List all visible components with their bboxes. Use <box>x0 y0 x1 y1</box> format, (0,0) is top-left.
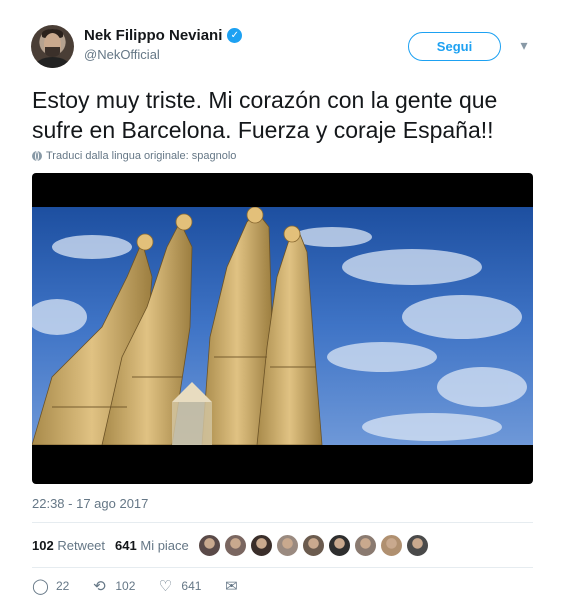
liker-avatar[interactable] <box>250 534 273 557</box>
liker-avatar[interactable] <box>224 534 247 557</box>
like-stat-label[interactable]: Mi piace <box>140 538 188 553</box>
like-stat-count[interactable]: 641 <box>115 538 137 553</box>
tweet-actions: ◯ 22 ⟲ 102 ♡ 641 ✉ <box>32 577 261 595</box>
author-name[interactable]: Nek Filippo Neviani ✓ <box>84 27 243 44</box>
author-name-text[interactable]: Nek Filippo Neviani <box>84 27 222 44</box>
translate-label[interactable]: Traduci dalla lingua originale: spagnolo <box>46 150 236 162</box>
liker-avatar[interactable] <box>328 534 351 557</box>
reply-icon[interactable]: ◯ <box>32 577 49 595</box>
heart-icon[interactable]: ♡ <box>157 577 173 595</box>
tweet-stats: 102 Retweet 641 Mi piace <box>32 538 189 553</box>
reply-action[interactable]: ◯ 22 <box>32 577 69 595</box>
retweet-stat-count[interactable]: 102 <box>32 538 54 553</box>
like-action[interactable]: ♡ 641 <box>157 577 202 595</box>
translate-link[interactable]: Traduci dalla lingua originale: spagnolo <box>32 150 236 162</box>
liker-avatar[interactable] <box>198 534 221 557</box>
liker-avatar[interactable] <box>302 534 325 557</box>
tweet-video[interactable] <box>32 173 533 484</box>
retweet-count: 102 <box>115 579 136 593</box>
globe-icon <box>32 151 42 161</box>
author-avatar[interactable] <box>31 25 74 68</box>
message-action[interactable]: ✉ <box>223 577 239 595</box>
divider <box>32 522 533 523</box>
liker-avatar[interactable] <box>380 534 403 557</box>
retweet-stat-label[interactable]: Retweet <box>57 538 105 553</box>
tweet-text: Estoy muy triste. Mi corazón con la gent… <box>32 87 498 143</box>
divider <box>32 567 533 568</box>
chevron-down-icon[interactable]: ▾ <box>515 36 533 54</box>
sagrada-familia-image <box>32 207 533 445</box>
author-handle[interactable]: @NekOfficial <box>84 47 160 62</box>
like-count: 641 <box>181 579 202 593</box>
tweet-timestamp[interactable]: 22:38 - 17 ago 2017 <box>32 496 148 511</box>
retweet-icon[interactable]: ⟲ <box>91 577 107 595</box>
envelope-icon[interactable]: ✉ <box>223 577 239 595</box>
liker-avatar[interactable] <box>406 534 429 557</box>
liker-avatar[interactable] <box>276 534 299 557</box>
follow-button[interactable]: Segui <box>408 32 501 61</box>
verified-badge-icon: ✓ <box>227 28 243 43</box>
liker-avatar[interactable] <box>354 534 377 557</box>
like-stat[interactable]: 641 Mi piace <box>115 538 189 553</box>
retweet-stat[interactable]: 102 Retweet <box>32 538 105 553</box>
retweet-action[interactable]: ⟲ 102 <box>91 577 135 595</box>
reply-count: 22 <box>56 579 70 593</box>
likers-avatars <box>198 534 429 557</box>
